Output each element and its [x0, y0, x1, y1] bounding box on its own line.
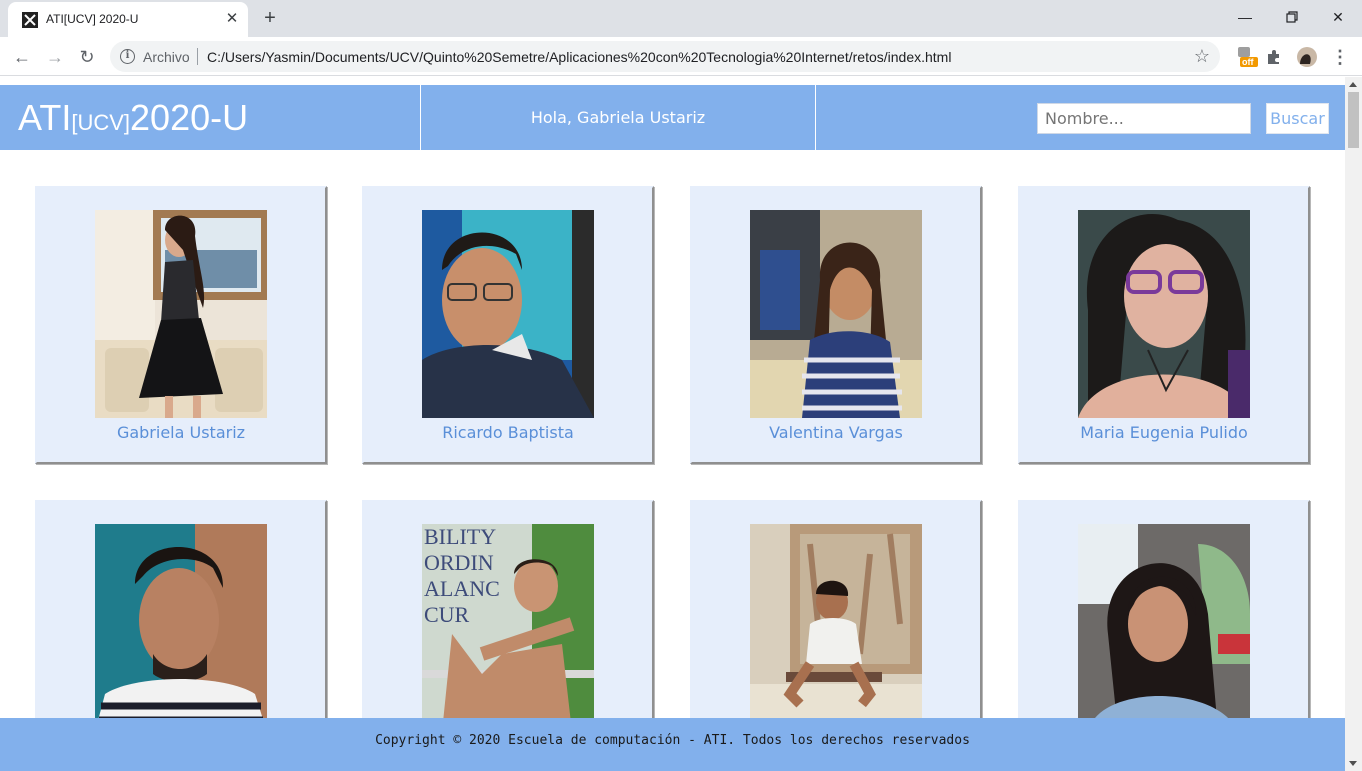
woman-black-dress-photo [95, 210, 267, 418]
bookmark-star-icon[interactable]: ☆ [1194, 46, 1210, 67]
tab-title: ATI[UCV] 2020-U [46, 12, 139, 26]
woman-car-selfie-photo [1078, 524, 1250, 732]
back-icon[interactable]: ← [11, 46, 33, 68]
file-scheme-label: Archivo [143, 49, 190, 65]
profile-avatar[interactable] [1296, 46, 1318, 68]
student-card[interactable]: Gabriela Ustariz [35, 186, 327, 464]
info-icon[interactable]: i [120, 49, 135, 64]
man-glasses-photo [422, 210, 594, 418]
svg-text:CUR: CUR [424, 602, 470, 627]
header-divider [815, 85, 816, 150]
site-logo[interactable]: ATI[UCV]2020-U [18, 97, 248, 139]
url-text[interactable]: C:/Users/Yasmin/Documents/UCV/Quinto%20S… [207, 49, 951, 65]
student-name[interactable]: Maria Eugenia Pulido [1020, 423, 1308, 442]
scroll-thumb[interactable] [1348, 92, 1359, 148]
svg-text:ALANC: ALANC [424, 576, 500, 601]
forward-icon[interactable]: → [44, 46, 66, 68]
reload-icon[interactable]: ↻ [76, 46, 98, 68]
site-header: ATI[UCV]2020-U Hola, Gabriela Ustariz No… [0, 85, 1345, 150]
boy-sitting-photo [750, 524, 922, 732]
student-card[interactable]: Maria Eugenia Pulido [1018, 186, 1310, 464]
tab-close-icon[interactable]: ✕ [224, 11, 240, 27]
page-scrollbar[interactable] [1345, 77, 1362, 771]
svg-text:BILITY: BILITY [424, 524, 496, 549]
page-favicon-icon [22, 12, 38, 28]
student-name[interactable]: Valentina Vargas [692, 423, 980, 442]
extensions-puzzle-icon[interactable] [1265, 46, 1287, 68]
student-card[interactable]: Ricardo Baptista [362, 186, 654, 464]
new-tab-icon[interactable]: + [260, 8, 280, 28]
page-viewport: ATI[UCV]2020-U Hola, Gabriela Ustariz No… [0, 77, 1362, 771]
logo-year: 2020-U [130, 97, 249, 138]
student-name[interactable]: Gabriela Ustariz [37, 423, 325, 442]
extension-off-icon[interactable]: off [1236, 46, 1258, 68]
extension-badge: off [1242, 57, 1254, 67]
browser-toolbar: ← → ↻ i Archivo C:/Users/Yasmin/Document… [0, 37, 1362, 76]
logo-sub: [UCV] [71, 110, 131, 135]
browser-menu-icon[interactable]: ⋮ [1331, 46, 1349, 68]
man-exercise-photo: BILITY ORDIN ALANC CUR [422, 524, 594, 732]
address-bar[interactable]: i Archivo C:/Users/Yasmin/Documents/UCV/… [110, 41, 1220, 72]
scroll-up-icon[interactable] [1349, 82, 1357, 87]
restore-icon[interactable] [1280, 6, 1304, 28]
student-name[interactable]: Ricardo Baptista [364, 423, 652, 442]
address-separator [197, 48, 198, 65]
logo-main: ATI [18, 97, 72, 138]
minimize-icon[interactable]: — [1233, 6, 1257, 28]
browser-tabstrip: ATI[UCV] 2020-U ✕ + — ✕ [0, 0, 1362, 37]
svg-text:ORDIN: ORDIN [424, 550, 494, 575]
man-striped-shirt-photo [95, 524, 267, 732]
woman-striped-shirt-photo [750, 210, 922, 418]
site-footer: Copyright © 2020 Escuela de computación … [0, 718, 1345, 771]
close-window-icon[interactable]: ✕ [1326, 6, 1350, 28]
woman-purple-glasses-photo [1078, 210, 1250, 418]
browser-tab[interactable]: ATI[UCV] 2020-U ✕ [8, 2, 248, 37]
greeting-text: Hola, Gabriela Ustariz [530, 108, 706, 127]
copyright-text: Copyright © 2020 Escuela de computación … [375, 733, 970, 748]
student-card[interactable]: Valentina Vargas [690, 186, 982, 464]
search-button[interactable]: Buscar [1266, 103, 1329, 134]
search-input[interactable]: Nombre... [1037, 103, 1251, 134]
scroll-down-icon[interactable] [1349, 761, 1357, 766]
